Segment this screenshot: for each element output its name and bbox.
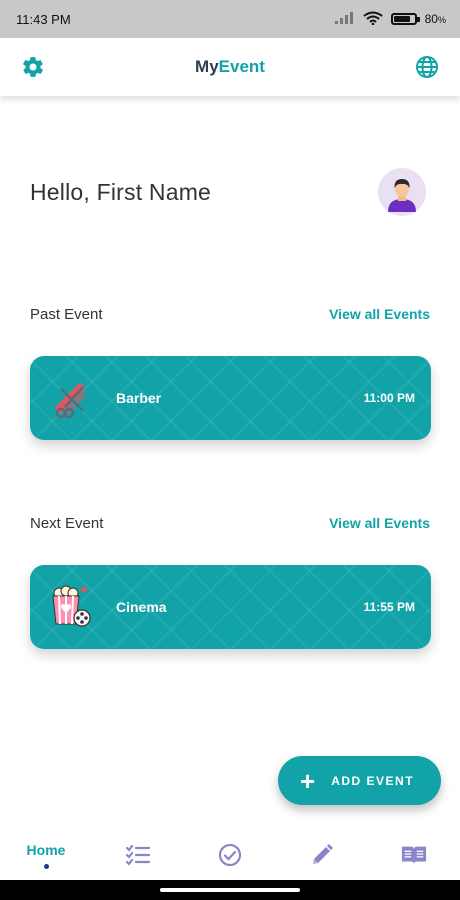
pencil-icon [309, 842, 335, 868]
nav-edit[interactable] [292, 842, 352, 868]
next-event-header: Next Event View all Events [30, 512, 430, 534]
nav-home[interactable]: Home [16, 842, 76, 869]
view-all-past-link[interactable]: View all Events [329, 306, 430, 322]
avatar[interactable] [378, 168, 426, 216]
past-event-header: Past Event View all Events [30, 303, 430, 325]
language-globe-icon[interactable] [414, 54, 440, 80]
nav-home-label: Home [26, 841, 66, 858]
past-event-time: 11:00 PM [363, 391, 415, 405]
nav-active-indicator [43, 863, 49, 869]
app-screen: 11:43 PM 80% MyEvent Hello, First Name P… [0, 0, 460, 900]
status-icons: 80% [334, 11, 446, 28]
greeting-text: Hello, First Name [30, 178, 212, 205]
wifi-icon [363, 11, 383, 28]
book-icon [401, 842, 427, 868]
cinema-icon [46, 583, 94, 631]
plus-icon: + [300, 765, 316, 796]
app-bar: MyEvent [0, 38, 460, 96]
app-title: MyEvent [195, 57, 265, 76]
settings-gear-icon[interactable] [20, 54, 46, 80]
checklist-icon [125, 842, 151, 868]
view-all-next-link[interactable]: View all Events [329, 515, 430, 531]
next-event-card[interactable]: Cinema 11:55 PM [30, 565, 431, 649]
status-time: 11:43 PM [16, 11, 71, 27]
check-circle-icon [217, 842, 243, 868]
next-event-name: Cinema [116, 599, 167, 615]
add-event-label: ADD EVENT [331, 773, 415, 788]
past-event-title: Past Event [30, 305, 103, 323]
next-event-time: 11:55 PM [363, 600, 415, 614]
greeting-row: Hello, First Name [30, 168, 426, 216]
past-event-card[interactable]: Barber 11:00 PM [30, 356, 431, 440]
home-gesture-handle[interactable] [160, 888, 300, 892]
next-event-title: Next Event [30, 514, 104, 532]
bottom-nav: Home [0, 830, 460, 880]
nav-completed[interactable] [200, 842, 260, 868]
gesture-bar [0, 880, 460, 900]
status-bar: 11:43 PM 80% [0, 0, 460, 38]
avatar-person-icon [388, 179, 416, 212]
add-event-button[interactable]: + ADD EVENT [278, 756, 441, 805]
signal-icon [334, 11, 355, 27]
past-event-name: Barber [116, 390, 162, 406]
battery-icon [390, 13, 420, 25]
barber-icon [46, 374, 94, 422]
nav-checklist[interactable] [108, 842, 168, 868]
nav-notebook[interactable] [384, 842, 444, 868]
battery-percent: 80% [424, 12, 446, 26]
